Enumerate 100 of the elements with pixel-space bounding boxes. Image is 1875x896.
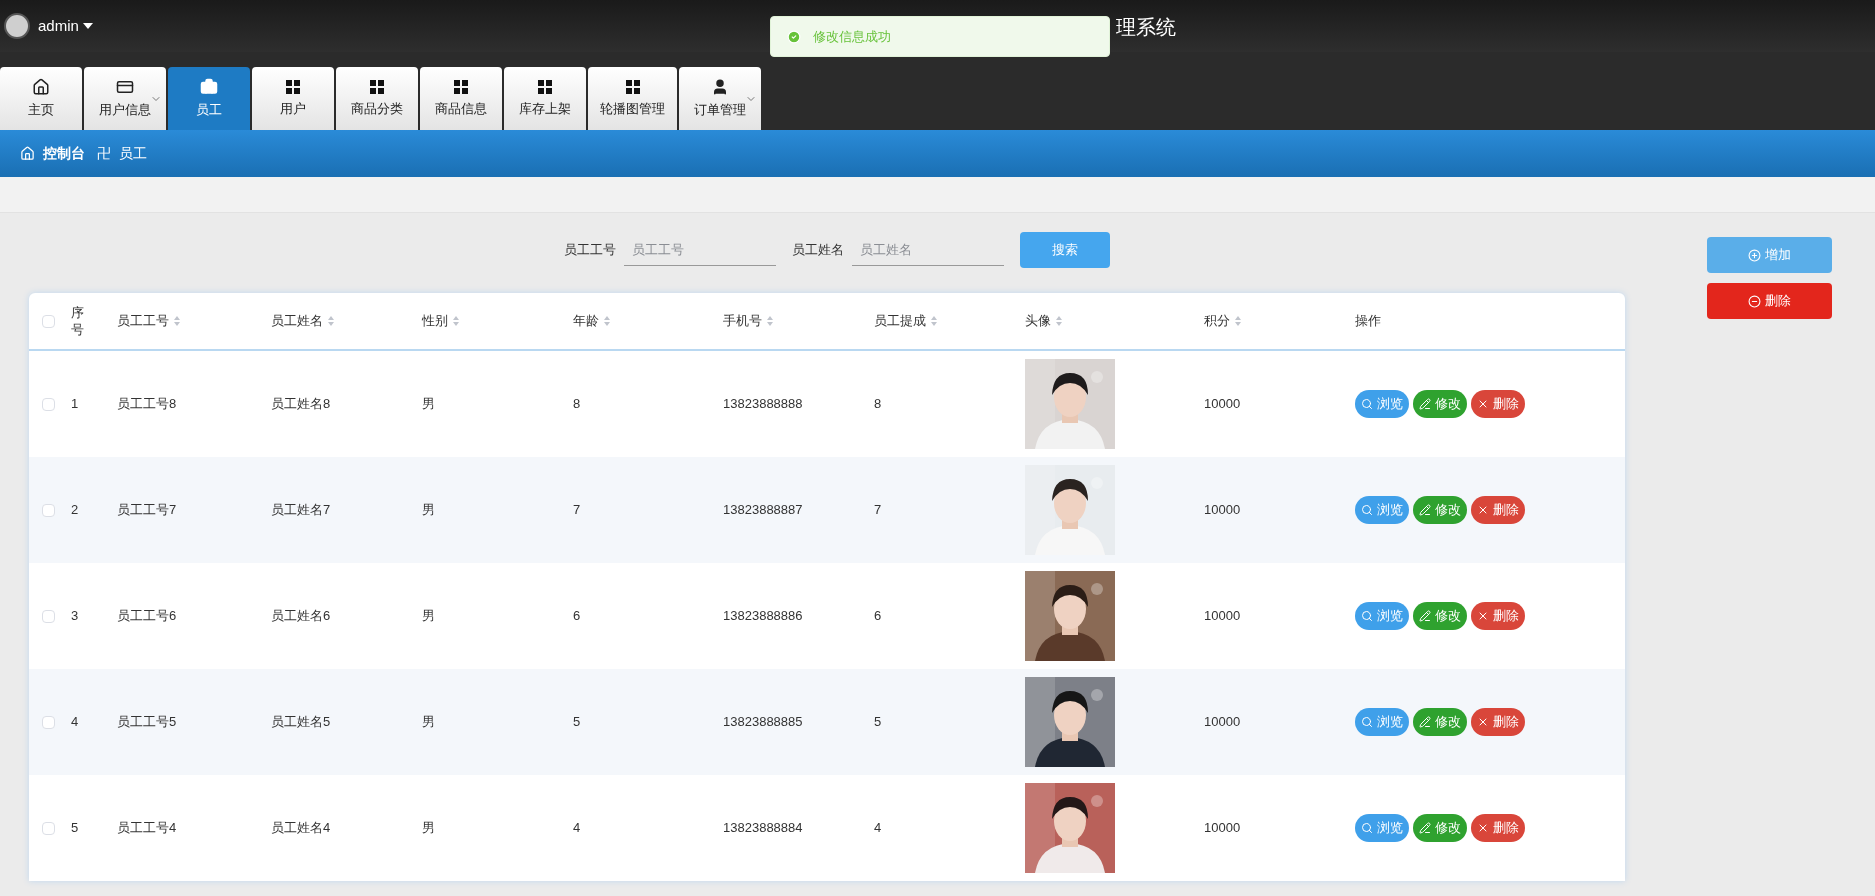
view-button[interactable]: 浏览 xyxy=(1355,496,1409,524)
table-cell: 13823888887 xyxy=(723,502,803,518)
search-field[interactable]: 员工姓名 xyxy=(852,234,1004,266)
breadcrumb-current: 员工 xyxy=(119,144,147,163)
pencil-icon xyxy=(1419,504,1431,516)
column-header: 员工提成 xyxy=(874,312,926,331)
search-button[interactable]: 搜索 xyxy=(1020,232,1110,268)
search-icon xyxy=(1361,716,1373,728)
edit-button[interactable]: 修改 xyxy=(1413,602,1467,630)
checkbox[interactable] xyxy=(41,715,55,729)
user-menu[interactable]: admin xyxy=(38,14,93,38)
table-cell: 10000 xyxy=(1204,820,1241,836)
sort-icon[interactable] xyxy=(452,315,460,327)
delete-button[interactable]: 删除 xyxy=(1471,390,1525,418)
table-cell: 8 xyxy=(573,396,581,412)
edit-button[interactable]: 修改 xyxy=(1413,390,1467,418)
nav-tab[interactable]: 员工 xyxy=(168,67,250,130)
column-header: 序号 xyxy=(71,304,85,338)
view-button[interactable]: 浏览 xyxy=(1355,390,1409,418)
search-icon xyxy=(1361,504,1373,516)
nav-tab[interactable]: 订单管理 xyxy=(679,67,761,130)
table-cell: 13823888888 xyxy=(723,396,803,412)
nav-tab[interactable]: 主页 xyxy=(0,67,82,130)
column-header: 员工工号 xyxy=(117,312,169,331)
pencil-icon xyxy=(1419,822,1431,834)
nav-tab[interactable]: 库存上架 xyxy=(504,67,586,130)
view-button[interactable]: 浏览 xyxy=(1355,602,1409,630)
grid-icon xyxy=(285,78,301,95)
table-cell: 男 xyxy=(422,608,435,624)
avatar[interactable] xyxy=(4,13,30,39)
sort-icon[interactable] xyxy=(930,315,938,327)
close-icon xyxy=(1477,504,1489,516)
table-cell: 10000 xyxy=(1204,502,1241,518)
table-cell: 1 xyxy=(71,396,79,412)
table-cell: 6 xyxy=(874,608,882,624)
close-icon xyxy=(1477,610,1489,622)
delete-button[interactable]: 删除 xyxy=(1707,283,1832,319)
column-header: 手机号 xyxy=(723,312,762,331)
breadcrumb-link[interactable]: 控制台 xyxy=(43,143,85,164)
search-field[interactable]: 员工工号 xyxy=(624,234,776,266)
table-cell: 5 xyxy=(71,820,79,836)
search-label: 员工姓名 xyxy=(792,241,844,260)
nav-tab[interactable]: 轮播图管理 xyxy=(588,67,677,130)
view-button[interactable]: 浏览 xyxy=(1355,814,1409,842)
table-cell: 8 xyxy=(874,396,882,412)
checkbox[interactable] xyxy=(41,503,55,517)
table-cell: 4 xyxy=(573,820,581,836)
table-cell: 员工工号4 xyxy=(117,820,177,836)
table-cell: 员工姓名4 xyxy=(271,820,331,836)
nav-tab[interactable]: 用户 xyxy=(252,67,334,130)
table-cell: 男 xyxy=(422,820,435,836)
table-cell: 5 xyxy=(573,714,581,730)
table-cell: 男 xyxy=(422,714,435,730)
grid-icon xyxy=(624,78,641,95)
sort-icon[interactable] xyxy=(1055,315,1063,327)
sort-icon[interactable] xyxy=(603,315,611,327)
close-icon xyxy=(1477,822,1489,834)
add-button[interactable]: 增加 xyxy=(1707,237,1832,273)
checkbox[interactable] xyxy=(41,821,55,835)
nav-tab[interactable]: 商品信息 xyxy=(420,67,502,130)
breadcrumb-separator: 卍 xyxy=(97,144,111,163)
grid-icon xyxy=(453,78,469,95)
sort-icon[interactable] xyxy=(766,315,774,327)
edit-button[interactable]: 修改 xyxy=(1413,814,1467,842)
column-header: 头像 xyxy=(1025,312,1051,331)
delete-button[interactable]: 删除 xyxy=(1471,708,1525,736)
home-icon xyxy=(20,146,35,161)
system-title: 理系统 xyxy=(1116,15,1176,40)
table-cell: 员工姓名8 xyxy=(271,396,331,412)
close-icon xyxy=(1477,398,1489,410)
nav-tab[interactable]: 用户信息 xyxy=(84,67,166,130)
minus-icon xyxy=(1748,294,1761,308)
table-cell: 7 xyxy=(874,502,882,518)
checkbox[interactable] xyxy=(41,609,55,623)
sort-icon[interactable] xyxy=(327,315,335,327)
home-icon xyxy=(32,77,50,96)
table-cell: 员工姓名7 xyxy=(271,502,331,518)
sort-icon[interactable] xyxy=(173,315,181,327)
table-cell: 员工姓名6 xyxy=(271,608,331,624)
edit-button[interactable]: 修改 xyxy=(1413,496,1467,524)
checkbox[interactable] xyxy=(41,397,55,411)
table-cell: 13823888885 xyxy=(723,714,803,730)
table-cell: 3 xyxy=(71,608,79,624)
table-cell: 13823888886 xyxy=(723,608,803,624)
table-cell: 4 xyxy=(874,820,882,836)
sort-icon[interactable] xyxy=(1234,315,1242,327)
checkbox[interactable] xyxy=(41,314,55,328)
table-cell: 7 xyxy=(573,502,581,518)
nav-tab[interactable]: 商品分类 xyxy=(336,67,418,130)
briefcase-icon xyxy=(200,77,218,96)
plus-icon xyxy=(1748,248,1761,262)
toast-message: 修改信息成功 xyxy=(813,27,891,46)
edit-button[interactable]: 修改 xyxy=(1413,708,1467,736)
delete-button[interactable]: 删除 xyxy=(1471,602,1525,630)
delete-button[interactable]: 删除 xyxy=(1471,814,1525,842)
view-button[interactable]: 浏览 xyxy=(1355,708,1409,736)
table-cell: 员工工号5 xyxy=(117,714,177,730)
table-cell: 6 xyxy=(573,608,581,624)
delete-button[interactable]: 删除 xyxy=(1471,496,1525,524)
table-cell: 男 xyxy=(422,502,435,518)
